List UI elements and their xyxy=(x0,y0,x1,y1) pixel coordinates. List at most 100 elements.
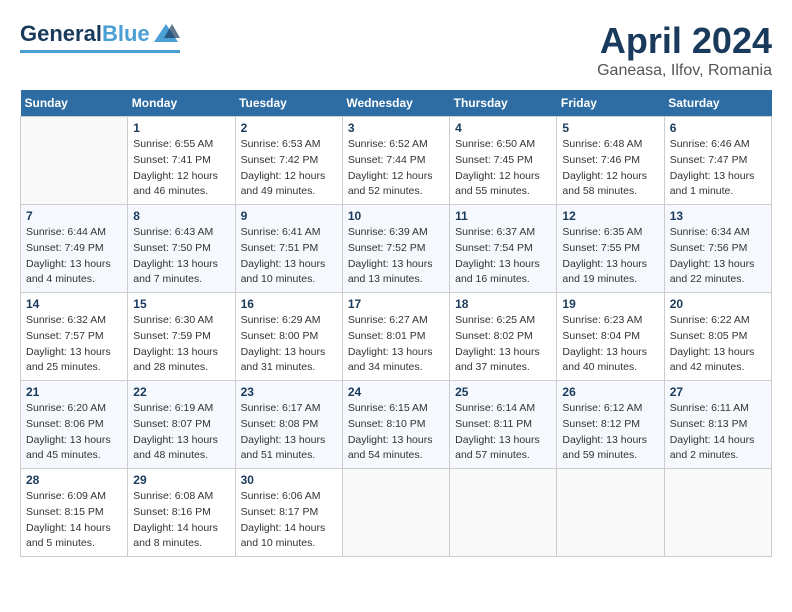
calendar-cell: 23 Sunrise: 6:17 AM Sunset: 8:08 PM Dayli… xyxy=(235,381,342,469)
day-number: 8 xyxy=(133,209,229,223)
day-info: Sunrise: 6:06 AM Sunset: 8:17 PM Dayligh… xyxy=(241,489,337,552)
day-header-wednesday: Wednesday xyxy=(342,90,449,117)
calendar-cell: 24 Sunrise: 6:15 AM Sunset: 8:10 PM Dayli… xyxy=(342,381,449,469)
day-number: 26 xyxy=(562,385,658,399)
day-number: 14 xyxy=(26,297,122,311)
day-number: 7 xyxy=(26,209,122,223)
day-info: Sunrise: 6:14 AM Sunset: 8:11 PM Dayligh… xyxy=(455,401,551,464)
day-number: 11 xyxy=(455,209,551,223)
day-number: 20 xyxy=(670,297,766,311)
calendar-cell: 26 Sunrise: 6:12 AM Sunset: 8:12 PM Dayli… xyxy=(557,381,664,469)
logo: General Blue xyxy=(20,20,180,53)
day-header-sunday: Sunday xyxy=(21,90,128,117)
week-row-5: 28Sunrise: 6:09 AM Sunset: 8:15 PM Dayli… xyxy=(21,469,772,557)
calendar-cell: 16Sunrise: 6:29 AM Sunset: 8:00 PM Dayli… xyxy=(235,293,342,381)
day-info: Sunrise: 6:08 AM Sunset: 8:16 PM Dayligh… xyxy=(133,489,229,552)
logo-icon xyxy=(152,20,180,48)
calendar-cell: 14 Sunrise: 6:32 AM Sunset: 7:57 PM Dayli… xyxy=(21,293,128,381)
calendar-cell: 15Sunrise: 6:30 AM Sunset: 7:59 PM Dayli… xyxy=(128,293,235,381)
day-info: Sunrise: 6:25 AM Sunset: 8:02 PM Dayligh… xyxy=(455,313,551,376)
day-number: 21 xyxy=(26,385,122,399)
day-info: Sunrise: 6:37 AM Sunset: 7:54 PM Dayligh… xyxy=(455,225,551,288)
day-number: 16 xyxy=(241,297,337,311)
calendar-cell xyxy=(342,469,449,557)
day-info: Sunrise: 6:23 AM Sunset: 8:04 PM Dayligh… xyxy=(562,313,658,376)
day-info: Sunrise: 6:55 AM Sunset: 7:41 PM Dayligh… xyxy=(133,137,229,200)
day-number: 5 xyxy=(562,121,658,135)
week-row-2: 7Sunrise: 6:44 AM Sunset: 7:49 PM Daylig… xyxy=(21,205,772,293)
calendar-cell: 22Sunrise: 6:19 AM Sunset: 8:07 PM Dayli… xyxy=(128,381,235,469)
day-number: 18 xyxy=(455,297,551,311)
day-info: Sunrise: 6:09 AM Sunset: 8:15 PM Dayligh… xyxy=(26,489,122,552)
day-header-saturday: Saturday xyxy=(664,90,771,117)
calendar-cell: 7Sunrise: 6:44 AM Sunset: 7:49 PM Daylig… xyxy=(21,205,128,293)
calendar-cell xyxy=(557,469,664,557)
day-header-monday: Monday xyxy=(128,90,235,117)
day-info: Sunrise: 6:41 AM Sunset: 7:51 PM Dayligh… xyxy=(241,225,337,288)
week-row-1: 1 Sunrise: 6:55 AM Sunset: 7:41 PM Daylig… xyxy=(21,117,772,205)
day-number: 1 xyxy=(133,121,229,135)
calendar-cell: 19Sunrise: 6:23 AM Sunset: 8:04 PM Dayli… xyxy=(557,293,664,381)
logo-general: General xyxy=(20,21,102,47)
calendar-cell: 6 Sunrise: 6:46 AM Sunset: 7:47 PM Daylig… xyxy=(664,117,771,205)
day-number: 22 xyxy=(133,385,229,399)
day-info: Sunrise: 6:39 AM Sunset: 7:52 PM Dayligh… xyxy=(348,225,444,288)
day-info: Sunrise: 6:17 AM Sunset: 8:08 PM Dayligh… xyxy=(241,401,337,464)
day-number: 23 xyxy=(241,385,337,399)
title-section: April 2024 Ganeasa, Ilfov, Romania xyxy=(597,20,772,80)
calendar-cell: 28Sunrise: 6:09 AM Sunset: 8:15 PM Dayli… xyxy=(21,469,128,557)
week-row-3: 14 Sunrise: 6:32 AM Sunset: 7:57 PM Dayli… xyxy=(21,293,772,381)
calendar-cell: 27Sunrise: 6:11 AM Sunset: 8:13 PM Dayli… xyxy=(664,381,771,469)
week-row-4: 21 Sunrise: 6:20 AM Sunset: 8:06 PM Dayli… xyxy=(21,381,772,469)
calendar-cell: 2 Sunrise: 6:53 AM Sunset: 7:42 PM Daylig… xyxy=(235,117,342,205)
day-number: 2 xyxy=(241,121,337,135)
logo-underline xyxy=(20,50,180,53)
day-number: 27 xyxy=(670,385,766,399)
calendar-cell: 21 Sunrise: 6:20 AM Sunset: 8:06 PM Dayli… xyxy=(21,381,128,469)
calendar-cell: 12Sunrise: 6:35 AM Sunset: 7:55 PM Dayli… xyxy=(557,205,664,293)
day-number: 13 xyxy=(670,209,766,223)
month-title: April 2024 xyxy=(597,20,772,62)
day-info: Sunrise: 6:32 AM Sunset: 7:57 PM Dayligh… xyxy=(26,313,122,376)
day-info: Sunrise: 6:15 AM Sunset: 8:10 PM Dayligh… xyxy=(348,401,444,464)
header-row: SundayMondayTuesdayWednesdayThursdayFrid… xyxy=(21,90,772,117)
location: Ganeasa, Ilfov, Romania xyxy=(597,62,772,80)
calendar-table: SundayMondayTuesdayWednesdayThursdayFrid… xyxy=(20,90,772,557)
calendar-cell: 5Sunrise: 6:48 AM Sunset: 7:46 PM Daylig… xyxy=(557,117,664,205)
calendar-cell: 4Sunrise: 6:50 AM Sunset: 7:45 PM Daylig… xyxy=(450,117,557,205)
day-number: 24 xyxy=(348,385,444,399)
day-info: Sunrise: 6:34 AM Sunset: 7:56 PM Dayligh… xyxy=(670,225,766,288)
calendar-cell xyxy=(450,469,557,557)
calendar-cell: 17 Sunrise: 6:27 AM Sunset: 8:01 PM Dayli… xyxy=(342,293,449,381)
calendar-cell: 20Sunrise: 6:22 AM Sunset: 8:05 PM Dayli… xyxy=(664,293,771,381)
day-info: Sunrise: 6:12 AM Sunset: 8:12 PM Dayligh… xyxy=(562,401,658,464)
day-info: Sunrise: 6:46 AM Sunset: 7:47 PM Dayligh… xyxy=(670,137,766,200)
calendar-cell: 3 Sunrise: 6:52 AM Sunset: 7:44 PM Daylig… xyxy=(342,117,449,205)
day-info: Sunrise: 6:27 AM Sunset: 8:01 PM Dayligh… xyxy=(348,313,444,376)
calendar-cell: 11 Sunrise: 6:37 AM Sunset: 7:54 PM Dayli… xyxy=(450,205,557,293)
calendar-cell: 8Sunrise: 6:43 AM Sunset: 7:50 PM Daylig… xyxy=(128,205,235,293)
calendar-cell: 13 Sunrise: 6:34 AM Sunset: 7:56 PM Dayli… xyxy=(664,205,771,293)
day-info: Sunrise: 6:53 AM Sunset: 7:42 PM Dayligh… xyxy=(241,137,337,200)
logo-blue: Blue xyxy=(102,21,150,47)
day-info: Sunrise: 6:52 AM Sunset: 7:44 PM Dayligh… xyxy=(348,137,444,200)
calendar-cell: 10 Sunrise: 6:39 AM Sunset: 7:52 PM Dayli… xyxy=(342,205,449,293)
day-header-friday: Friday xyxy=(557,90,664,117)
calendar-cell xyxy=(21,117,128,205)
day-number: 25 xyxy=(455,385,551,399)
calendar-cell xyxy=(664,469,771,557)
day-number: 29 xyxy=(133,473,229,487)
day-info: Sunrise: 6:20 AM Sunset: 8:06 PM Dayligh… xyxy=(26,401,122,464)
day-header-tuesday: Tuesday xyxy=(235,90,342,117)
calendar-cell: 30Sunrise: 6:06 AM Sunset: 8:17 PM Dayli… xyxy=(235,469,342,557)
calendar-cell: 18 Sunrise: 6:25 AM Sunset: 8:02 PM Dayli… xyxy=(450,293,557,381)
day-number: 17 xyxy=(348,297,444,311)
day-number: 3 xyxy=(348,121,444,135)
day-number: 10 xyxy=(348,209,444,223)
day-number: 15 xyxy=(133,297,229,311)
calendar-cell: 29 Sunrise: 6:08 AM Sunset: 8:16 PM Dayli… xyxy=(128,469,235,557)
day-info: Sunrise: 6:35 AM Sunset: 7:55 PM Dayligh… xyxy=(562,225,658,288)
calendar-cell: 1 Sunrise: 6:55 AM Sunset: 7:41 PM Daylig… xyxy=(128,117,235,205)
day-number: 6 xyxy=(670,121,766,135)
day-info: Sunrise: 6:50 AM Sunset: 7:45 PM Dayligh… xyxy=(455,137,551,200)
